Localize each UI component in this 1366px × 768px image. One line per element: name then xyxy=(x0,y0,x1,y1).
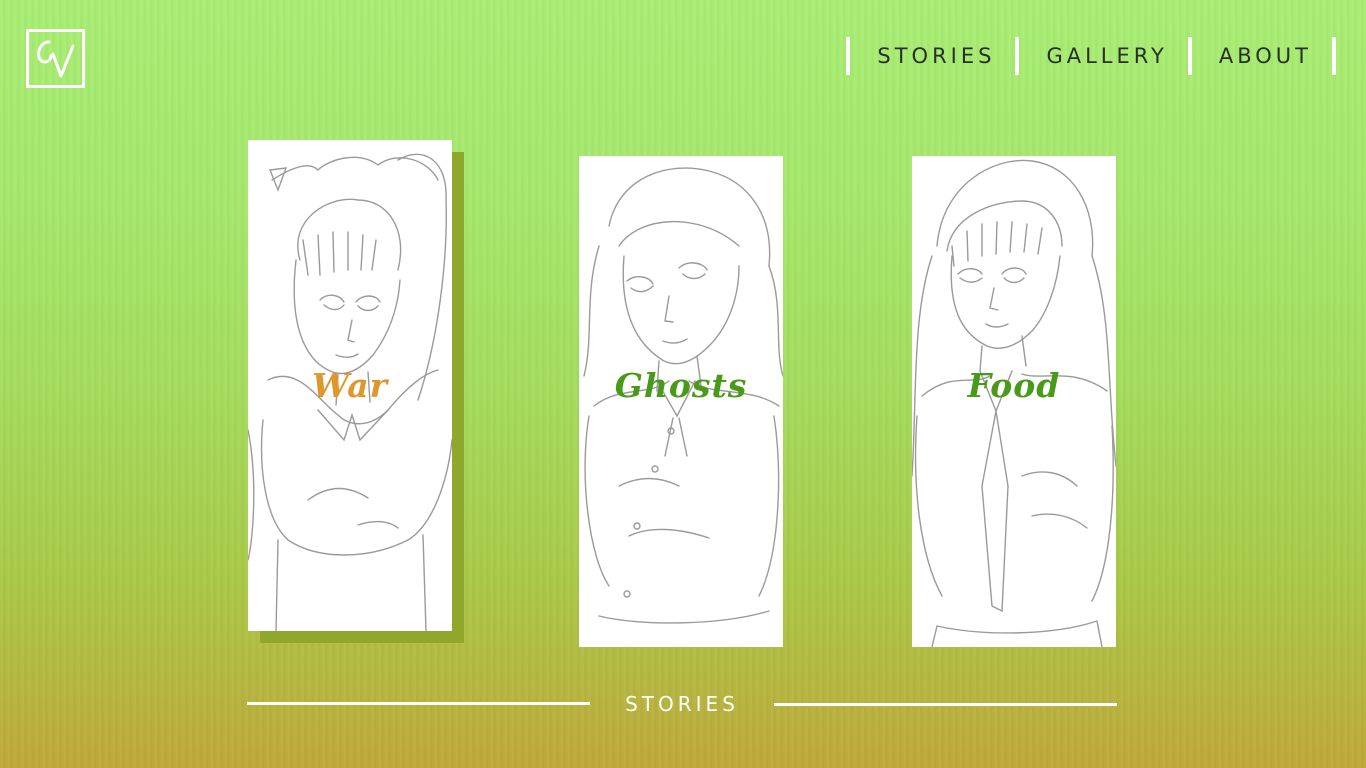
main-nav: STORIES GALLERY ABOUT xyxy=(846,36,1336,76)
story-card-food[interactable]: Food xyxy=(912,156,1116,647)
footer-line-right xyxy=(774,703,1117,706)
card-label-ghosts: Ghosts xyxy=(614,366,748,405)
footer-section-label: STORIES xyxy=(625,692,739,716)
nav-divider xyxy=(1332,37,1336,75)
site-logo[interactable] xyxy=(26,29,85,88)
cv-logo-icon xyxy=(37,40,75,78)
nav-item-about[interactable]: ABOUT xyxy=(1192,36,1332,76)
story-card-war[interactable]: War xyxy=(248,140,452,631)
card-label-food: Food xyxy=(967,366,1061,405)
story-card-ghosts[interactable]: Ghosts xyxy=(579,156,783,647)
footer-line-left xyxy=(247,702,590,705)
card-label-war: War xyxy=(312,366,388,405)
nav-item-stories[interactable]: STORIES xyxy=(850,36,1015,76)
nav-item-gallery[interactable]: GALLERY xyxy=(1019,36,1187,76)
